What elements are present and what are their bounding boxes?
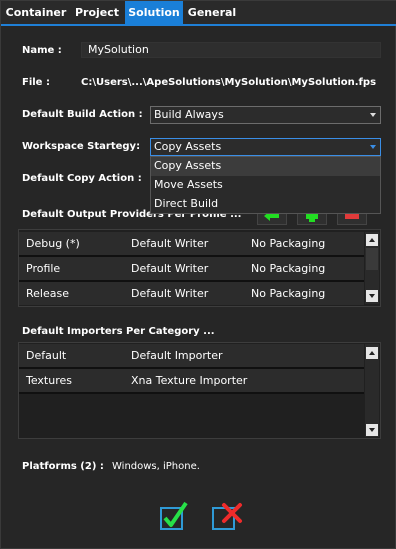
name-field[interactable]: MySolution <box>81 42 381 58</box>
importers-grid: Default Default Importer Textures Xna Te… <box>18 342 381 439</box>
chevron-down-icon <box>370 145 376 149</box>
output-providers-scrollbar[interactable] <box>365 232 379 304</box>
ok-button[interactable] <box>158 501 188 531</box>
build-action-label: Default Build Action : <box>22 109 143 120</box>
build-action-value: Build Always <box>154 108 224 121</box>
scroll-down-button[interactable] <box>366 424 378 436</box>
writer-cell: Default Writer <box>131 287 209 300</box>
tab-solution[interactable]: Solution <box>125 1 183 25</box>
table-row[interactable]: Profile Default Writer No Packaging <box>19 257 364 280</box>
tab-project[interactable]: Project <box>73 1 121 25</box>
tab-container[interactable]: Container <box>5 1 67 25</box>
name-label: Name : <box>22 45 62 56</box>
scroll-up-button[interactable] <box>366 347 378 359</box>
dropdown-option-move-assets[interactable]: Move Assets <box>151 176 380 195</box>
scroll-down-button[interactable] <box>366 290 378 302</box>
importers-scrollbar[interactable] <box>365 344 379 437</box>
workspace-strategy-value: Copy Assets <box>154 140 222 153</box>
table-row[interactable]: Default Default Importer <box>19 344 364 367</box>
file-label: File : <box>22 77 50 88</box>
cancel-button[interactable] <box>211 501 242 531</box>
build-action-select[interactable]: Build Always <box>150 106 381 124</box>
importer-cell: Default Importer <box>131 349 223 362</box>
file-path: C:\Users\...\ApeSolutions\MySolution\MyS… <box>81 77 377 88</box>
packaging-cell: No Packaging <box>251 262 326 275</box>
scroll-up-button[interactable] <box>366 234 378 246</box>
profile-cell: Debug (*) <box>26 237 80 250</box>
platforms-value: Windows, iPhone. <box>112 461 200 472</box>
writer-cell: Default Writer <box>131 237 209 250</box>
chevron-up-icon <box>369 238 375 242</box>
tab-general[interactable]: General <box>187 1 237 25</box>
row-divider <box>19 392 364 394</box>
checkbox-x-icon <box>212 503 242 530</box>
table-row[interactable]: Debug (*) Default Writer No Packaging <box>19 232 364 255</box>
chevron-down-icon <box>369 428 375 432</box>
importer-cell: Xna Texture Importer <box>131 374 248 387</box>
profile-cell: Profile <box>26 262 61 275</box>
category-cell: Default <box>26 349 67 362</box>
profile-cell: Release <box>26 287 69 300</box>
importers-heading: Default Importers Per Category ... <box>22 326 215 337</box>
copy-action-label: Default Copy Action : <box>22 173 142 184</box>
platforms-label: Platforms (2) : <box>22 461 104 472</box>
workspace-strategy-select[interactable]: Copy Assets <box>150 138 381 156</box>
output-providers-grid: Debug (*) Default Writer No Packaging Pr… <box>18 229 381 307</box>
table-row[interactable]: Textures Xna Texture Importer <box>19 369 364 392</box>
tab-bar: Container Project Solution General <box>1 1 396 26</box>
workspace-strategy-dropdown: Copy Assets Move Assets Direct Build <box>150 156 381 214</box>
packaging-cell: No Packaging <box>251 237 326 250</box>
scroll-thumb[interactable] <box>366 248 378 270</box>
dropdown-option-direct-build[interactable]: Direct Build <box>151 195 380 214</box>
chevron-up-icon <box>369 351 375 355</box>
packaging-cell: No Packaging <box>251 287 326 300</box>
workspace-strategy-label: Workspace Startegy: <box>22 141 141 152</box>
category-cell: Textures <box>26 374 72 387</box>
solution-properties-window: Container Project Solution General Name … <box>0 0 396 549</box>
table-row[interactable]: Release Default Writer No Packaging <box>19 282 364 305</box>
writer-cell: Default Writer <box>131 262 209 275</box>
chevron-down-icon <box>369 294 375 298</box>
chevron-down-icon <box>370 113 376 117</box>
dropdown-option-copy-assets[interactable]: Copy Assets <box>151 157 380 176</box>
checkbox-check-icon <box>160 501 188 530</box>
